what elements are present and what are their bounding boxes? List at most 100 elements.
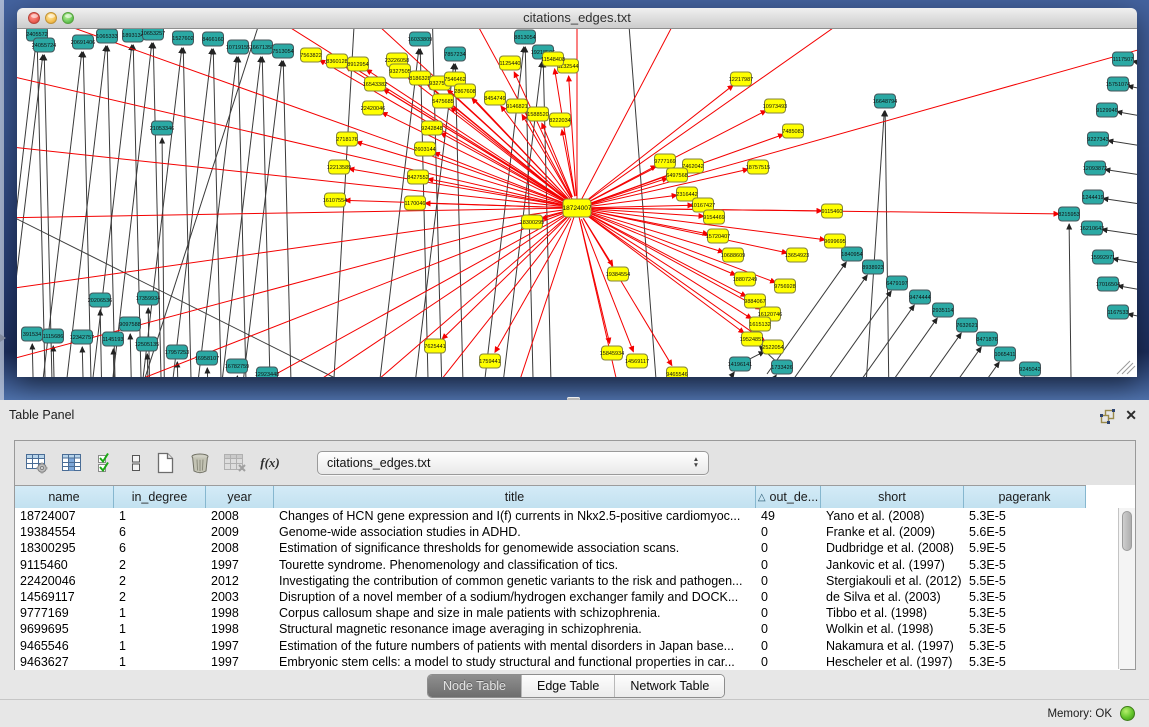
float-panel-icon[interactable] xyxy=(1100,409,1115,424)
network-node[interactable]: 1065333 xyxy=(96,29,117,43)
network-node[interactable]: 9227343 xyxy=(1087,132,1108,146)
network-node[interactable]: 1759441 xyxy=(479,354,500,368)
network-node[interactable]: 8186328 xyxy=(409,71,430,85)
trash-icon[interactable] xyxy=(187,450,213,476)
network-node[interactable]: 7513054 xyxy=(272,44,293,58)
network-node[interactable]: 17359934 xyxy=(136,291,160,305)
network-node[interactable]: 20691406 xyxy=(71,35,95,49)
network-node[interactable]: 1733426 xyxy=(771,360,792,374)
network-node[interactable]: 8215953 xyxy=(1058,207,1079,221)
network-node[interactable]: 8471876 xyxy=(976,332,997,346)
network-node[interactable]: 1170046 xyxy=(404,196,425,210)
function-builder-icon[interactable]: f(x) xyxy=(257,450,283,476)
table-row[interactable]: 977716911998Corpus callosum shape and si… xyxy=(15,605,1120,621)
table-row[interactable]: 911546021997Tourette syndrome. Phenomeno… xyxy=(15,557,1120,573)
column-select-icon[interactable] xyxy=(59,450,85,476)
table-row[interactable]: 946554611997Estimation of the future num… xyxy=(15,638,1120,654)
network-node[interactable]: 10719155 xyxy=(226,40,250,54)
network-node[interactable]: 16782759 xyxy=(225,359,249,373)
network-node[interactable]: 5475685 xyxy=(432,94,453,108)
network-node[interactable]: 15751074 xyxy=(1106,77,1130,91)
network-node[interactable]: 1588520 xyxy=(527,107,548,121)
table-row[interactable]: 1830029562008Estimation of significance … xyxy=(15,540,1120,556)
network-node[interactable]: 2867608 xyxy=(454,84,475,98)
network-node[interactable]: 9129946 xyxy=(1096,103,1117,117)
column-header-in_degree[interactable]: in_degree xyxy=(114,486,206,508)
network-node[interactable]: 12213589 xyxy=(327,160,351,174)
table-row[interactable]: 1938455462009Genome-wide association stu… xyxy=(15,524,1120,540)
column-header-short[interactable]: short xyxy=(821,486,964,508)
network-node[interactable]: 18807249 xyxy=(733,272,757,286)
memory-indicator-led[interactable] xyxy=(1120,706,1135,721)
column-header-out_de[interactable]: △out_de... xyxy=(756,486,821,508)
network-node[interactable]: 12505135 xyxy=(135,337,159,351)
network-node[interactable]: 7563822 xyxy=(300,48,321,62)
network-node[interactable]: 16648794 xyxy=(873,94,897,108)
network-node[interactable]: 1125440 xyxy=(499,56,520,70)
tab-node-table[interactable]: Node Table xyxy=(428,675,522,697)
network-node[interactable]: 18757515 xyxy=(746,160,770,174)
network-node[interactable]: 10973493 xyxy=(763,99,787,113)
network-node[interactable]: 2935114 xyxy=(932,303,953,317)
network-node[interactable]: 9777169 xyxy=(654,154,675,168)
network-node[interactable]: 1527602 xyxy=(172,31,193,45)
network-node[interactable]: 2718176 xyxy=(336,132,357,146)
network-node[interactable]: 15845934 xyxy=(600,346,624,360)
scrollbar-thumb[interactable] xyxy=(1122,511,1132,551)
network-node[interactable]: 7632621 xyxy=(956,318,977,332)
network-node[interactable]: 9465546 xyxy=(666,367,687,377)
network-node[interactable]: 7485083 xyxy=(782,124,803,138)
network-node[interactable]: 10653257 xyxy=(141,29,165,40)
close-panel-icon[interactable]: ✕ xyxy=(1125,407,1137,424)
network-node[interactable]: 9245042 xyxy=(1019,362,1040,376)
network-node[interactable]: 15992971 xyxy=(1091,250,1115,264)
network-node[interactable]: 17016504 xyxy=(1096,277,1120,291)
network-node[interactable]: 19524851 xyxy=(740,332,764,346)
network-node[interactable]: 12923448 xyxy=(255,367,279,377)
network-node[interactable]: 16107554 xyxy=(323,193,347,207)
network-node[interactable]: 12093872 xyxy=(1083,161,1107,175)
column-header-pagerank[interactable]: pagerank xyxy=(964,486,1086,508)
network-node[interactable]: 11548408 xyxy=(541,52,565,66)
network-node[interactable]: 14569117 xyxy=(625,354,649,368)
row-check-icon[interactable] xyxy=(94,450,120,476)
network-node[interactable]: 9756928 xyxy=(774,279,795,293)
row-pair-icon[interactable] xyxy=(129,450,143,476)
network-node[interactable]: 19384554 xyxy=(606,267,630,281)
network-node[interactable]: 1145193 xyxy=(102,332,123,346)
network-node[interactable]: 1115686 xyxy=(43,329,64,343)
network-node[interactable]: 13654923 xyxy=(785,248,809,262)
hidden-panel-arrow[interactable] xyxy=(0,334,6,342)
network-hub-node[interactable]: 18724007 xyxy=(563,199,592,217)
network-node[interactable]: 8427552 xyxy=(407,170,428,184)
network-node[interactable]: 9884067 xyxy=(744,294,765,308)
network-node[interactable]: 14196141 xyxy=(728,357,752,371)
network-node[interactable]: 9474444 xyxy=(909,290,930,304)
table-row[interactable]: 1872400712008Changes of HCN gene express… xyxy=(15,508,1120,524)
table-row[interactable]: 969969511998Structural magnetic resonanc… xyxy=(15,621,1120,637)
network-node[interactable]: 6479197 xyxy=(886,276,907,290)
network-node[interactable]: 10688609 xyxy=(721,248,745,262)
network-node[interactable]: 21053346 xyxy=(150,121,174,135)
table-row[interactable]: 2242004622012Investigating the contribut… xyxy=(15,573,1120,589)
network-node[interactable]: 2522054 xyxy=(762,340,783,354)
network-node[interactable]: 9242848 xyxy=(421,121,442,135)
network-node[interactable]: 8222034 xyxy=(549,113,570,127)
network-node[interactable]: 9154469 xyxy=(703,210,724,224)
network-node[interactable]: 9699695 xyxy=(824,234,845,248)
network-node[interactable]: 1167533 xyxy=(1107,305,1128,319)
tab-edge-table[interactable]: Edge Table xyxy=(522,675,615,697)
network-node[interactable]: 12342757 xyxy=(70,330,94,344)
network-node[interactable]: 7857234 xyxy=(444,47,465,61)
column-header-name[interactable]: name xyxy=(15,486,114,508)
network-node[interactable]: 6497568 xyxy=(666,168,687,182)
column-header-title[interactable]: title xyxy=(274,486,756,508)
window-titlebar[interactable]: citations_edges.txt xyxy=(17,8,1137,29)
network-node[interactable]: 16210643 xyxy=(1080,221,1104,235)
network-node[interactable]: 24055724 xyxy=(32,38,56,52)
network-node[interactable]: 1840954 xyxy=(841,247,862,261)
delete-table-icon[interactable] xyxy=(222,450,248,476)
network-node[interactable]: 9097588 xyxy=(119,317,140,331)
network-node[interactable]: 16033809 xyxy=(408,32,432,46)
network-node[interactable]: 8912954 xyxy=(347,57,368,71)
